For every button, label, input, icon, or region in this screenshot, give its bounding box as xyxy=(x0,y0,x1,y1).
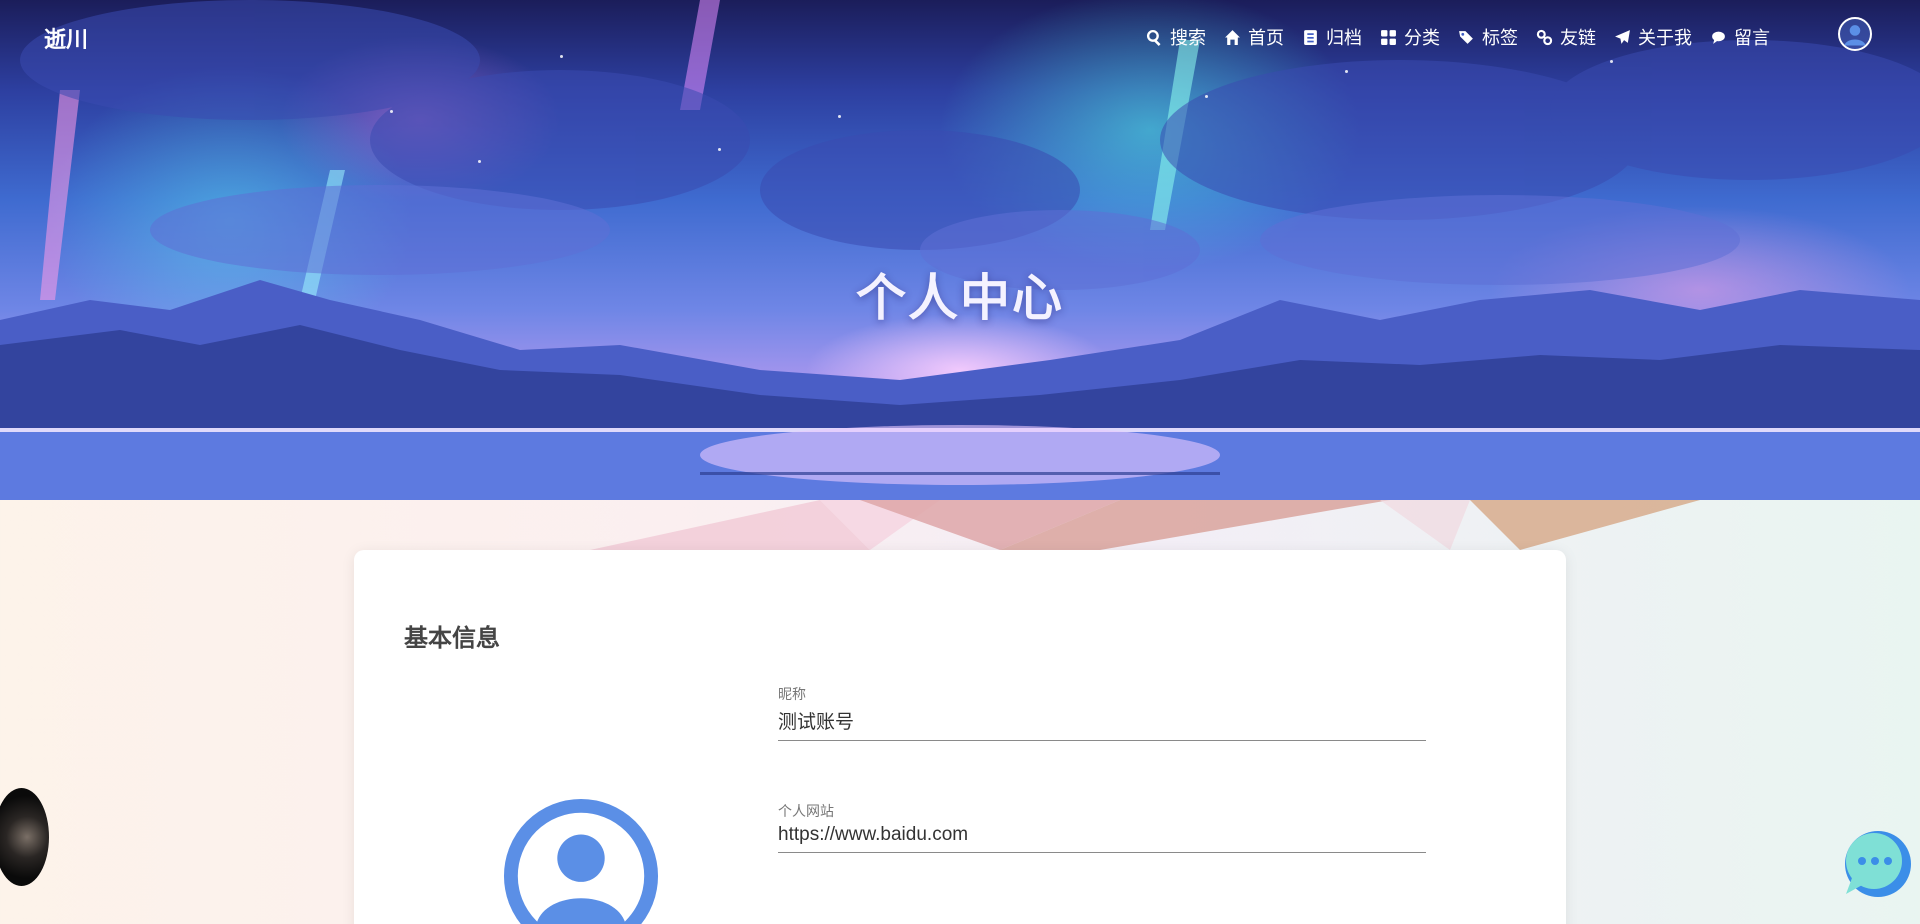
nav-archive[interactable]: 归档 xyxy=(1302,24,1362,50)
website-field[interactable]: 个人网站 https://www.baidu.com xyxy=(778,801,1426,853)
nav-label: 分类 xyxy=(1404,28,1440,49)
star xyxy=(718,148,721,151)
section-title: 基本信息 xyxy=(404,624,500,652)
nav-label: 留言 xyxy=(1734,28,1770,49)
search-icon xyxy=(1146,29,1161,46)
nickname-input[interactable]: 测试账号 xyxy=(778,704,1426,741)
page-title: 个人中心 xyxy=(856,269,1064,327)
star xyxy=(838,115,841,118)
nav-guestbook[interactable]: 留言 xyxy=(1710,24,1770,50)
main-nav: 搜索 首页 归档 分类 标签 友链 关于我 留言 xyxy=(1146,24,1770,50)
paper-plane-icon xyxy=(1615,29,1630,44)
nav-search[interactable]: 搜索 xyxy=(1146,24,1206,50)
star xyxy=(390,110,393,113)
nav-category[interactable]: 分类 xyxy=(1380,24,1440,50)
nav-label: 搜索 xyxy=(1170,28,1206,49)
user-circle-icon xyxy=(503,798,659,924)
website-input[interactable]: https://www.baidu.com xyxy=(778,821,1426,853)
chat-button[interactable] xyxy=(1838,828,1914,904)
nav-about[interactable]: 关于我 xyxy=(1614,24,1692,50)
star xyxy=(1205,95,1208,98)
top-navigation-bar: 逝川 搜索 首页 归档 分类 标签 友链 关于我 留言 xyxy=(0,0,1920,75)
star xyxy=(478,160,481,163)
nav-label: 归档 xyxy=(1326,28,1362,49)
home-icon xyxy=(1225,29,1240,45)
user-avatar-button[interactable] xyxy=(1838,17,1872,51)
site-logo[interactable]: 逝川 xyxy=(44,22,88,54)
tags-icon xyxy=(1459,30,1473,44)
nav-label: 标签 xyxy=(1482,28,1518,49)
category-icon xyxy=(1381,29,1396,45)
nickname-field[interactable]: 昵称 测试账号 xyxy=(778,684,1426,741)
hero-banner: 个人中心 xyxy=(0,0,1920,500)
user-circle-icon xyxy=(1844,25,1866,46)
nav-label: 关于我 xyxy=(1638,28,1692,49)
website-label: 个人网站 xyxy=(778,804,834,820)
nav-home[interactable]: 首页 xyxy=(1224,24,1284,50)
profile-card: 基本信息 昵称 测试账号 个人网站 https://www.baidu.com xyxy=(354,550,1566,924)
link-icon xyxy=(1536,29,1553,45)
nav-label: 友链 xyxy=(1560,28,1596,49)
nickname-label: 昵称 xyxy=(778,687,806,703)
landscape-illustration xyxy=(0,0,1920,500)
nav-label: 首页 xyxy=(1248,28,1284,49)
nav-links[interactable]: 友链 xyxy=(1536,24,1596,50)
chat-bubble-icon xyxy=(1845,831,1911,897)
music-player-button[interactable] xyxy=(0,788,49,886)
comments-icon xyxy=(1712,31,1725,44)
nav-tags[interactable]: 标签 xyxy=(1458,24,1518,50)
profile-avatar-upload[interactable] xyxy=(502,797,660,924)
archive-icon xyxy=(1304,29,1317,45)
